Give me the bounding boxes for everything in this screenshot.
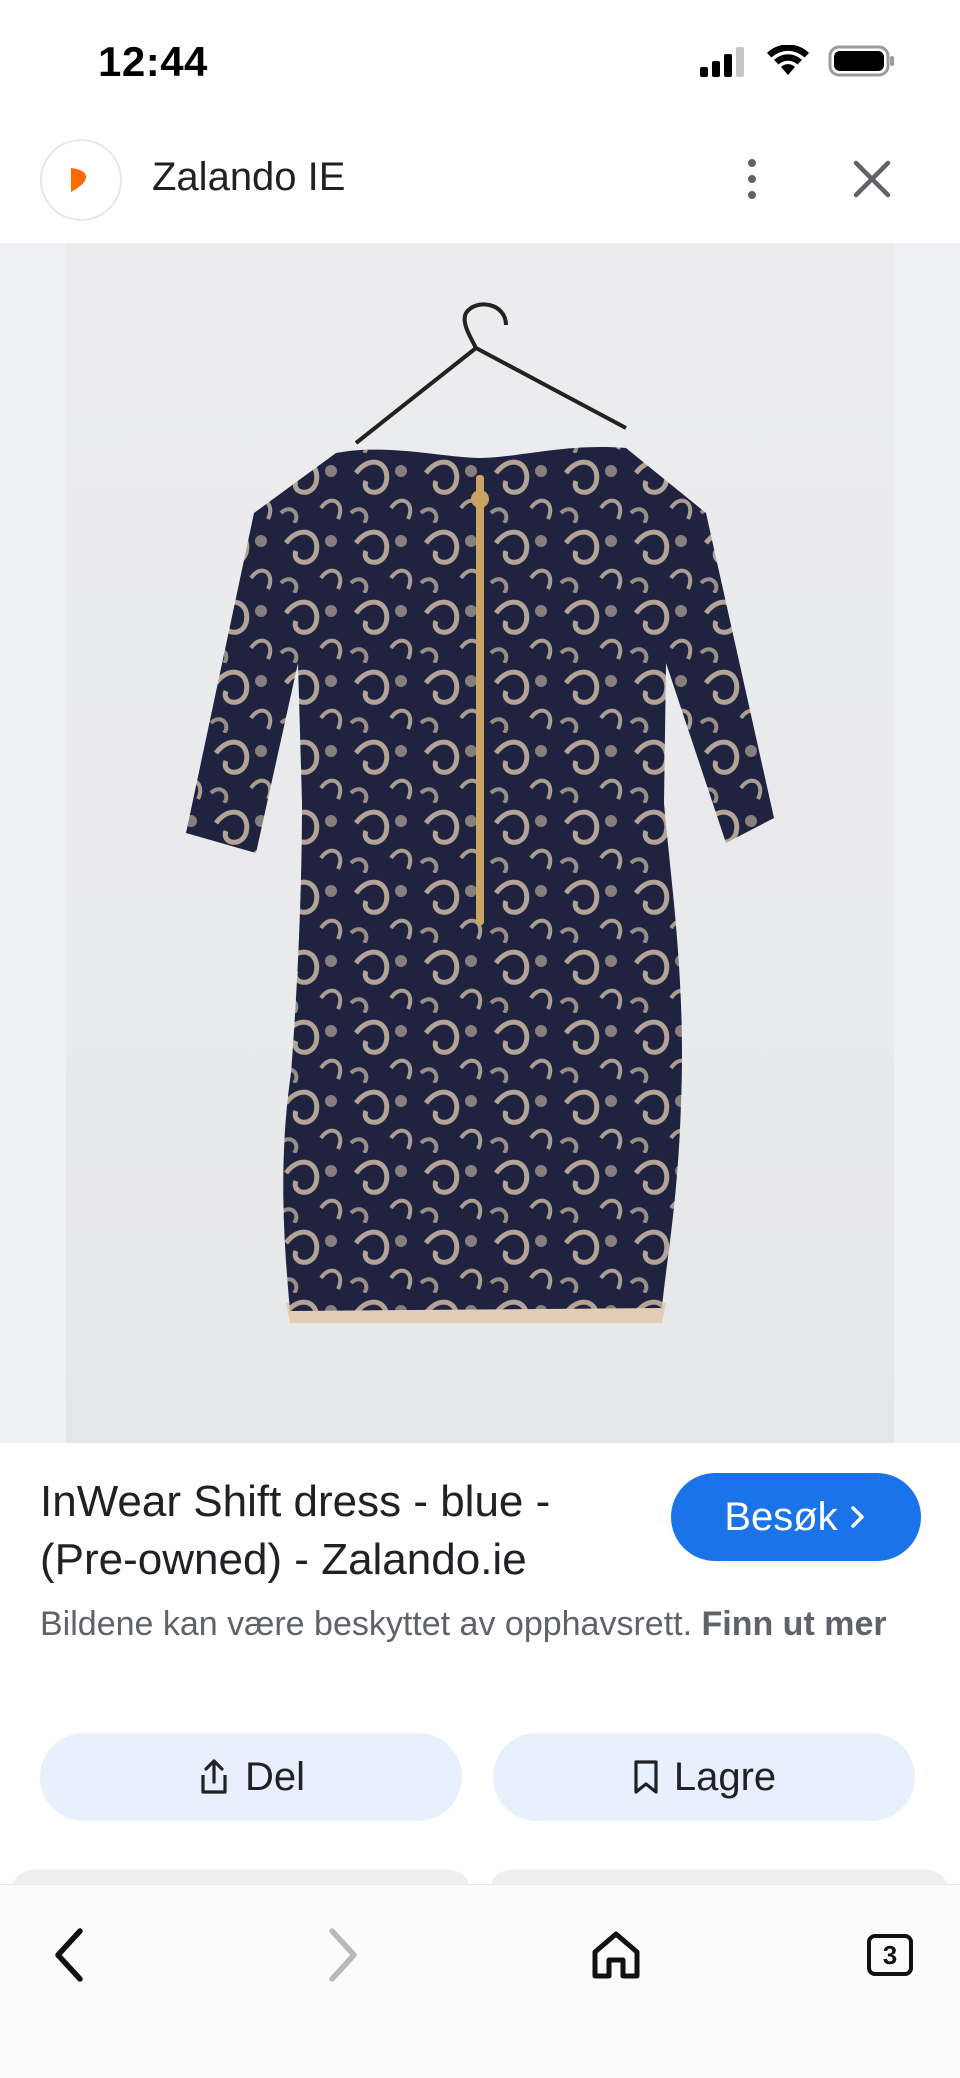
result-info-panel: InWear Shift dress - blue - (Pre-owned) … — [0, 1443, 960, 1883]
copyright-notice: Bildene kan være beskyttet av opphavsret… — [40, 1601, 920, 1648]
share-label: Del — [244, 1754, 306, 1799]
status-icons — [698, 44, 896, 78]
site-header: Zalando IE — [0, 125, 960, 243]
bookmark-icon — [634, 1760, 658, 1794]
browser-bottom-nav: 3 — [0, 1884, 960, 2078]
result-title[interactable]: InWear Shift dress - blue - (Pre-owned) … — [40, 1473, 640, 1589]
battery-icon — [828, 45, 894, 77]
wifi-icon — [767, 45, 809, 75]
chevron-left-icon — [55, 1928, 83, 1982]
chevron-right-icon — [850, 1506, 864, 1528]
status-time: 12:44 — [98, 38, 208, 85]
visit-button-label: Besøk — [724, 1494, 838, 1539]
visit-button[interactable]: Besøk — [671, 1473, 921, 1561]
tab-count-badge: 3 — [867, 1934, 913, 1976]
zalando-favicon-icon — [40, 139, 122, 221]
more-options-button[interactable] — [732, 147, 772, 211]
forward-button[interactable] — [302, 1915, 382, 1995]
close-button[interactable] — [846, 153, 898, 205]
chevron-right-icon — [329, 1928, 357, 1982]
cellular-signal-icon — [700, 47, 744, 77]
save-button[interactable]: Lagre — [493, 1733, 915, 1821]
home-icon — [592, 1931, 640, 1979]
product-image[interactable] — [66, 243, 894, 1443]
share-icon — [201, 1759, 227, 1794]
learn-more-link[interactable]: Finn ut mer — [701, 1605, 886, 1643]
back-button[interactable] — [30, 1915, 110, 1995]
image-viewer[interactable] — [0, 243, 960, 1443]
more-dots-icon — [748, 159, 756, 167]
copyright-text: Bildene kan være beskyttet av opphavsret… — [40, 1605, 693, 1643]
tabs-button[interactable]: 3 — [850, 1915, 930, 1995]
share-button[interactable]: Del — [40, 1733, 462, 1821]
home-button[interactable] — [576, 1915, 656, 1995]
dress-illustration — [186, 302, 774, 1323]
save-label: Lagre — [673, 1754, 777, 1799]
site-title: Zalando IE — [152, 155, 346, 199]
status-bar: 12:44 — [0, 0, 960, 125]
